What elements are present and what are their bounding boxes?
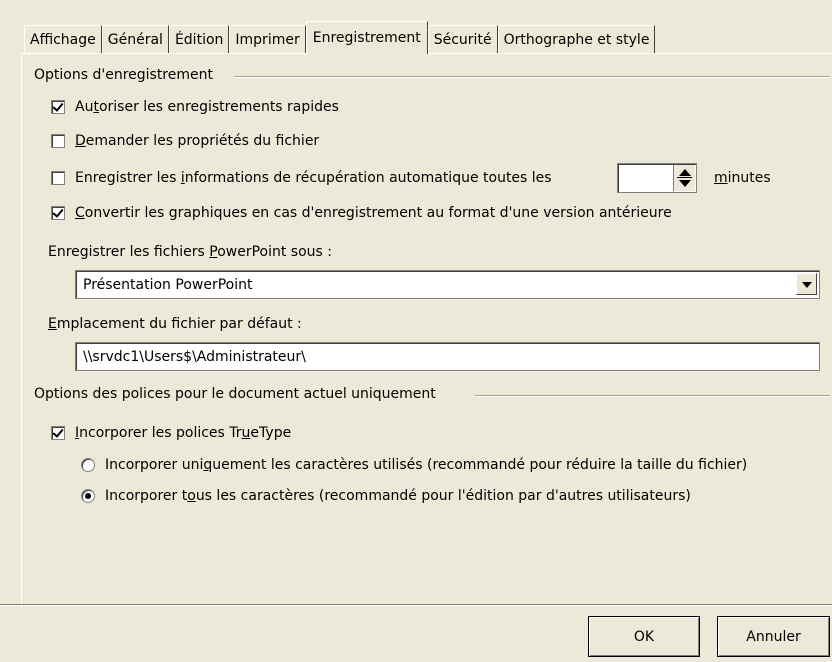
checkbox[interactable]	[51, 171, 65, 185]
label-mnemonic: C	[75, 205, 85, 221]
tab-affichage[interactable]: Affichage	[24, 25, 102, 54]
label-part: inutes	[727, 170, 771, 186]
group-divider	[475, 395, 830, 397]
label-part: oriser les enregistrements rapides	[98, 99, 339, 115]
convert-graphics-label: Convertir les graphiques en cas d'enregi…	[75, 205, 672, 221]
checkbox[interactable]	[51, 426, 65, 440]
tab-label: Imprimer	[235, 32, 300, 48]
label-part: Enregistrer les fichiers	[48, 244, 210, 260]
save-as-label: Enregistrer les fichiers PowerPoint sous…	[48, 244, 332, 260]
label-part: owerPoint sous :	[217, 244, 332, 260]
font-options-title: Options des polices pour le document act…	[34, 386, 442, 402]
options-dialog: Affichage Général Édition Imprimer Enreg…	[0, 0, 832, 662]
tab-orthographe[interactable]: Orthographe et style	[497, 25, 656, 54]
embed-fonts-checkbox[interactable]: Incorporer les polices TrueType	[51, 425, 291, 441]
radio[interactable]	[81, 489, 95, 503]
label-part: nformations de récupération automatique …	[184, 170, 552, 186]
input-value: \\srvdc1\Users$\Administrateur\	[83, 348, 306, 365]
embed-fonts-label: Incorporer les polices TrueType	[75, 425, 291, 441]
save-as-text: Enregistrer les fichiers PowerPoint sous…	[48, 244, 332, 260]
label-part: Incorporer uni	[105, 457, 204, 473]
tab-label: Enregistrement	[312, 30, 421, 46]
dropdown-value: Présentation PowerPoint	[83, 276, 253, 293]
embed-used-chars-radio[interactable]: Incorporer uniquement les caractères uti…	[81, 457, 747, 473]
autorecover-checkbox[interactable]: Enregistrer les informations de récupéra…	[51, 170, 552, 186]
radio[interactable]	[81, 458, 95, 472]
tab-securite[interactable]: Sécurité	[427, 25, 498, 54]
label-part: ncorporer les polices Tr	[79, 425, 242, 441]
ok-button[interactable]: OK	[588, 616, 700, 657]
label-part: uement les caractères utilisés (recomman…	[212, 457, 748, 473]
label-part: emander les propriétés du fichier	[85, 133, 320, 149]
checkbox[interactable]	[51, 100, 65, 114]
embed-all-chars-radio[interactable]: Incorporer tous les caractères (recomman…	[81, 488, 691, 504]
chevron-down-icon[interactable]	[796, 273, 817, 295]
label-mnemonic: q	[203, 457, 213, 473]
tab-label: Édition	[174, 32, 224, 48]
label-mnemonic: m	[714, 170, 728, 186]
footer-separator	[0, 604, 832, 606]
cancel-button[interactable]: Annuler	[717, 616, 830, 657]
label-mnemonic: o	[187, 488, 196, 504]
label-mnemonic: P	[209, 244, 218, 260]
group-divider	[234, 76, 830, 78]
tab-general[interactable]: Général	[101, 25, 169, 54]
minutes-text: minutes	[714, 170, 771, 186]
tab-edition[interactable]: Édition	[168, 25, 230, 54]
convert-graphics-checkbox[interactable]: Convertir les graphiques en cas d'enregi…	[51, 205, 672, 221]
label-mnemonic: D	[75, 133, 86, 149]
tab-label: Sécurité	[433, 32, 492, 48]
checkbox[interactable]	[51, 134, 65, 148]
minutes-label: minutes	[714, 170, 771, 186]
fast-saves-checkbox[interactable]: Autoriser les enregistrements rapides	[51, 99, 339, 115]
label-part: mplacement du fichier par défaut :	[56, 316, 302, 332]
label-part: us les caractères (recommandé pour l'édi…	[195, 488, 691, 504]
default-location-input[interactable]: \\srvdc1\Users$\Administrateur\	[75, 342, 820, 371]
autorecover-label: Enregistrer les informations de récupéra…	[75, 170, 552, 186]
save-options-title: Options d'enregistrement	[34, 67, 219, 83]
prompt-properties-label: Demander les propriétés du fichier	[75, 133, 319, 149]
spin-buttons[interactable]	[673, 165, 695, 191]
embed-all-chars-label: Incorporer tous les caractères (recomman…	[105, 488, 691, 504]
label-part: Au	[75, 99, 94, 115]
label-part: eType	[250, 425, 292, 441]
prompt-properties-checkbox[interactable]: Demander les propriétés du fichier	[51, 133, 319, 149]
label-part: Enregistrer les	[75, 170, 181, 186]
tab-strip: Affichage Général Édition Imprimer Enreg…	[24, 20, 656, 54]
label-mnemonic: E	[48, 316, 57, 332]
spin-up-icon[interactable]	[679, 169, 691, 176]
save-format-dropdown[interactable]: Présentation PowerPoint	[75, 270, 820, 299]
location-text: Emplacement du fichier par défaut :	[48, 316, 302, 332]
tab-label: Affichage	[30, 32, 96, 48]
autorecover-minutes-spinner[interactable]	[617, 163, 697, 193]
tab-label: Général	[107, 32, 163, 48]
spin-divider	[677, 177, 692, 178]
label-part: onvertir les graphiques en cas d'enregis…	[84, 205, 672, 221]
checkbox[interactable]	[51, 206, 65, 220]
tab-label: Orthographe et style	[503, 32, 650, 48]
embed-used-chars-label: Incorporer uniquement les caractères uti…	[105, 457, 747, 473]
label-part: Incorporer t	[105, 488, 188, 504]
fast-saves-label: Autoriser les enregistrements rapides	[75, 99, 339, 115]
tab-imprimer[interactable]: Imprimer	[229, 25, 306, 54]
location-label: Emplacement du fichier par défaut :	[48, 316, 302, 332]
tab-enregistrement[interactable]: Enregistrement	[305, 21, 428, 54]
spin-down-icon[interactable]	[679, 180, 691, 187]
